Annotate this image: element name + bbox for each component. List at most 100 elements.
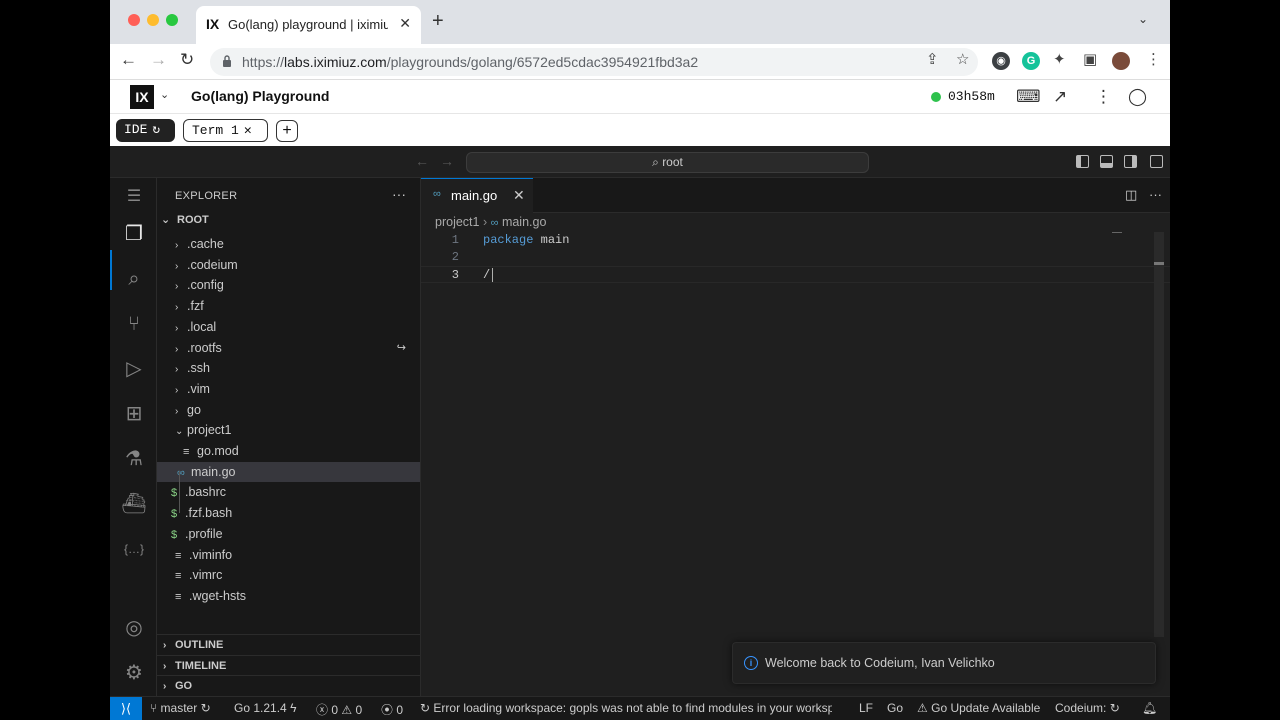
menu-icon[interactable]: ⋮ xyxy=(1146,50,1161,68)
extension-icon[interactable]: ◉ xyxy=(992,52,1010,70)
json-icon[interactable]: {…} xyxy=(121,536,147,562)
add-terminal-button[interactable]: + xyxy=(276,120,298,142)
minimap-line xyxy=(1112,232,1122,233)
account-icon[interactable]: ◎ xyxy=(121,615,147,641)
bell-icon[interactable]: 🔔︎ xyxy=(1142,701,1157,715)
docker-icon[interactable]: ⛴ xyxy=(121,491,147,517)
workspace-error-status[interactable]: ↻ Error loading workspace: gopls was not… xyxy=(420,701,832,715)
browser-tab[interactable]: IX Go(lang) playground | iximiuz ✕ xyxy=(196,6,421,44)
tree-item[interactable]: ≡ .wget-hsts xyxy=(157,586,420,606)
tree-item[interactable]: ∞ main.go xyxy=(157,461,420,482)
tree-item[interactable]: $ .fzf.bash xyxy=(157,503,420,523)
sync-icon: ↻ xyxy=(200,701,211,715)
eol-status[interactable]: LF xyxy=(859,701,873,715)
tab-search-icon[interactable]: ⌄ xyxy=(1138,12,1148,26)
code-line[interactable]: 2 xyxy=(421,249,1170,266)
tree-item[interactable]: ≡ .viminfo xyxy=(157,545,420,565)
toggle-panel-icon[interactable] xyxy=(1100,155,1113,168)
code-area[interactable]: 1 package main 2 3/ xyxy=(421,232,1170,283)
side-panel-icon[interactable]: ▣ xyxy=(1083,50,1097,68)
chevron-down-icon[interactable]: ⌄ xyxy=(160,88,169,101)
tab-ide[interactable]: IDE ↻ xyxy=(116,119,175,142)
terminal-icon[interactable]: ⌨ xyxy=(1016,87,1041,107)
code-line[interactable]: 3/ xyxy=(421,266,1170,283)
tree-item[interactable]: $ .profile xyxy=(157,524,420,544)
forward-icon[interactable]: → xyxy=(150,50,167,70)
refresh-icon[interactable]: ↻ xyxy=(152,122,160,137)
reload-icon[interactable]: ↻ xyxy=(180,50,194,70)
tree-item[interactable]: › .ssh xyxy=(157,358,420,378)
problems-status[interactable]: ⓧ 0 ⚠ 0 xyxy=(316,701,362,718)
nav-back-icon[interactable]: ← xyxy=(415,153,429,169)
extensions-icon[interactable]: ✦ xyxy=(1053,50,1066,68)
root-folder[interactable]: ⌄ ROOT xyxy=(161,213,209,226)
tree-item[interactable]: › .fzf xyxy=(157,296,420,316)
tree-item[interactable]: ≡ .vimrc xyxy=(157,565,420,585)
share-icon[interactable]: ⇪ xyxy=(926,50,939,68)
open-external-icon[interactable]: ↗ xyxy=(1053,87,1067,107)
url-input[interactable]: https://labs.iximiuz.com/playgrounds/gol… xyxy=(210,48,978,76)
star-icon[interactable]: ☆ xyxy=(956,50,969,68)
section-outline[interactable]: › OUTLINE xyxy=(157,634,420,654)
breadcrumb-file[interactable]: main.go xyxy=(502,215,546,229)
tree-item[interactable]: › .codeium xyxy=(157,255,420,275)
close-tab-icon[interactable]: ✕ xyxy=(399,15,411,32)
section-timeline[interactable]: › TIMELINE xyxy=(157,655,420,675)
toggle-secondary-sidebar-icon[interactable] xyxy=(1124,155,1137,168)
go-version-status[interactable]: Go 1.21.4 ϟ xyxy=(234,701,296,715)
close-icon[interactable]: ✕ xyxy=(513,187,525,204)
customize-layout-icon[interactable] xyxy=(1150,155,1163,168)
nav-forward-icon[interactable]: → xyxy=(440,153,454,169)
more-icon[interactable]: ··· xyxy=(392,186,406,202)
section-go[interactable]: › GO xyxy=(157,675,420,695)
avatar[interactable] xyxy=(1112,52,1130,70)
breadcrumb-folder[interactable]: project1 xyxy=(435,215,479,229)
chevron-right-icon: › xyxy=(163,681,167,692)
more-icon[interactable]: ⋮ xyxy=(1095,87,1112,107)
search-icon[interactable]: ⌕ xyxy=(121,266,147,292)
codeium-status[interactable]: Codeium: ↻ xyxy=(1055,701,1120,715)
testing-icon[interactable]: ⚗ xyxy=(121,446,147,472)
tree-item[interactable]: ≡ go.mod xyxy=(157,441,420,461)
settings-icon[interactable]: ⚙ xyxy=(121,660,147,686)
command-center[interactable]: ⌕ root xyxy=(466,152,869,173)
menu-icon[interactable]: ☰ xyxy=(121,184,147,210)
scrollbar-thumb[interactable] xyxy=(1154,262,1164,265)
tree-item[interactable]: › .vim xyxy=(157,379,420,399)
tree-item[interactable]: › .cache xyxy=(157,234,420,254)
ports-status[interactable]: ⦿ 0 xyxy=(381,701,403,718)
go-update-status[interactable]: ⚠ Go Update Available xyxy=(917,701,1040,715)
logo[interactable]: IX xyxy=(130,85,154,109)
back-icon[interactable]: ← xyxy=(120,50,137,70)
language-status[interactable]: Go xyxy=(887,701,903,715)
tree-item[interactable]: › go xyxy=(157,400,420,420)
new-tab-icon[interactable]: + xyxy=(432,10,444,33)
minimize-window-button[interactable] xyxy=(147,14,159,26)
code-line[interactable]: 1 package main xyxy=(421,232,1170,249)
source-control-icon[interactable]: ⑂ xyxy=(121,311,147,337)
tree-item[interactable]: › .local xyxy=(157,317,420,337)
tree-item[interactable]: › .rootfs ↪ xyxy=(157,338,420,358)
tree-item[interactable]: › .config xyxy=(157,275,420,295)
toggle-sidebar-icon[interactable] xyxy=(1076,155,1089,168)
tree-item-label: go xyxy=(187,402,201,417)
extensions-icon[interactable]: ⊞ xyxy=(121,401,147,427)
notification-toast[interactable]: i Welcome back to Codeium, Ivan Velichko xyxy=(732,642,1156,684)
files-icon[interactable]: ❐ xyxy=(121,221,147,247)
tree-item[interactable]: ⌄ project1 xyxy=(157,420,420,440)
run-debug-icon[interactable]: ▷ xyxy=(121,356,147,382)
split-editor-icon[interactable]: ◫ xyxy=(1125,187,1137,203)
account-icon[interactable]: ◯ xyxy=(1128,87,1147,107)
branch-status[interactable]: ⑂ master ↻ xyxy=(150,701,211,715)
remote-icon[interactable]: ⟩⟨ xyxy=(110,697,142,720)
close-icon[interactable]: ✕ xyxy=(244,123,252,138)
grammarly-icon[interactable]: G xyxy=(1022,52,1040,70)
editor-tab-main-go[interactable]: ∞ main.go ✕ xyxy=(421,178,533,213)
more-icon[interactable]: ··· xyxy=(1149,187,1162,202)
maximize-window-button[interactable] xyxy=(166,14,178,26)
tree-item[interactable]: $ .bashrc xyxy=(157,482,420,502)
text-cursor xyxy=(492,267,494,282)
tab-term-1[interactable]: Term 1 ✕ xyxy=(183,119,268,142)
editor-scrollbar[interactable] xyxy=(1154,232,1164,637)
close-window-button[interactable] xyxy=(128,14,140,26)
